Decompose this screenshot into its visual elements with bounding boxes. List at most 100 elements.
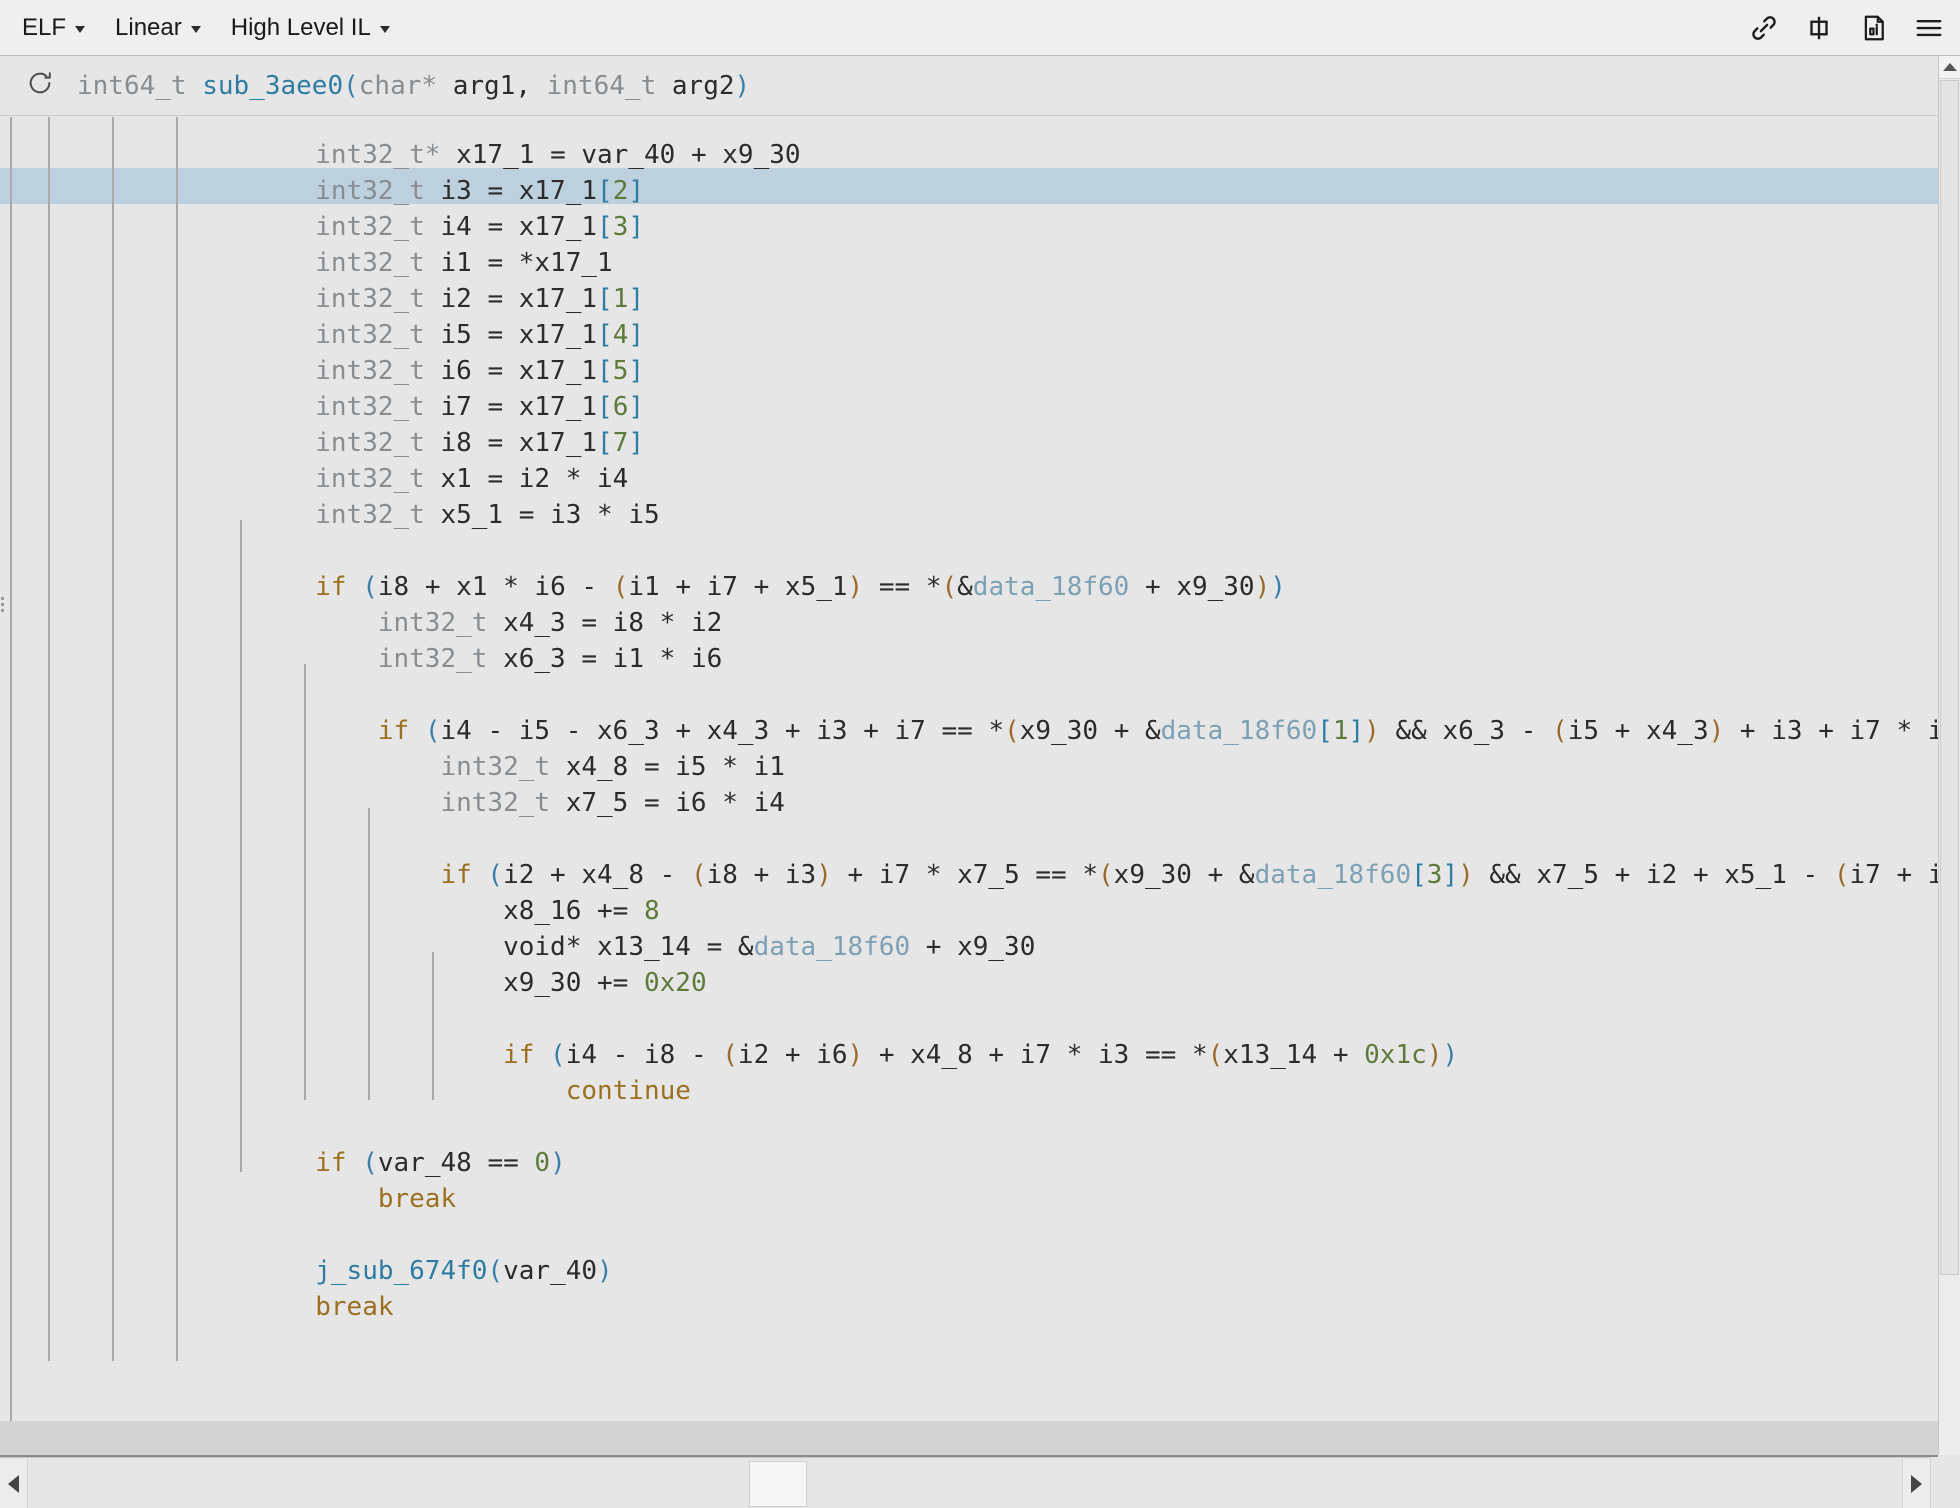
- code-line[interactable]: [190, 1001, 1938, 1037]
- operator: &: [1238, 860, 1255, 890]
- format-dropdown[interactable]: ELF: [22, 15, 86, 40]
- identifier: i1: [440, 248, 472, 278]
- number-literal: 0x1c: [1364, 1040, 1427, 1070]
- operator: =: [550, 140, 566, 170]
- paren-close: ): [1426, 1040, 1443, 1070]
- refresh-icon[interactable]: [26, 69, 77, 102]
- code-line[interactable]: int32_t x6_3 = i1 * i6: [190, 641, 1938, 677]
- code-line[interactable]: if (i4 - i8 - (i2 + i6) + x4_8 + i7 * i3…: [190, 1037, 1938, 1073]
- operator: =: [643, 788, 660, 818]
- code-line[interactable]: break: [190, 1181, 1938, 1217]
- code-line[interactable]: [190, 1109, 1938, 1145]
- code-line[interactable]: if (i8 + x1 * i6 - (i1 + i7 + x5_1) == *…: [190, 569, 1938, 605]
- code-line[interactable]: x9_30 += 0x20: [190, 965, 1938, 1001]
- code-line[interactable]: int32_t i7 = x17_1[6]: [190, 389, 1938, 425]
- horizontal-scrollbar-track[interactable]: [29, 1459, 1930, 1508]
- code-line[interactable]: [190, 677, 1938, 713]
- view-dropdown[interactable]: Linear: [115, 15, 201, 40]
- horizontal-scrollbar-thumb[interactable]: [749, 1461, 807, 1507]
- code-line[interactable]: int32_t i2 = x17_1[1]: [190, 281, 1938, 317]
- code-listing[interactable]: int32_t* x17_1 = var_40 + x9_30 int32_t …: [0, 117, 1938, 1455]
- code-line[interactable]: int32_t i4 = x17_1[3]: [190, 209, 1938, 245]
- operator: =: [487, 428, 504, 458]
- identifier: i5: [518, 716, 551, 746]
- operator: *: [518, 248, 535, 278]
- code-line[interactable]: if (i2 + x4_8 - (i8 + i3) + i7 * x7_5 ==…: [190, 857, 1938, 893]
- paren-close: ): [1458, 860, 1474, 890]
- type-name: int32_t: [315, 500, 425, 530]
- code-line[interactable]: void* x13_14 = &data_18f60 + x9_30: [190, 929, 1938, 965]
- horizontal-scrollbar[interactable]: [0, 1457, 1960, 1508]
- operator: +: [784, 1040, 801, 1070]
- fn-name[interactable]: sub_3aee0: [202, 71, 343, 101]
- identifier: x1: [440, 464, 472, 494]
- hamburger-menu-icon[interactable]: [1914, 13, 1944, 43]
- code-line-selected[interactable]: int32_t i3 = x17_1[2]: [190, 173, 1938, 209]
- identifier: x4_8: [910, 1040, 973, 1070]
- scroll-right-button[interactable]: [1902, 1459, 1930, 1508]
- identifier: var_40: [503, 1256, 597, 1286]
- code-line[interactable]: x8_16 += 8: [190, 893, 1938, 929]
- code-text-block[interactable]: int32_t* x17_1 = var_40 + x9_30 int32_t …: [0, 117, 1938, 1325]
- code-line[interactable]: int32_t x4_3 = i8 * i2: [190, 605, 1938, 641]
- number-literal: 8: [643, 896, 660, 926]
- operator: +: [753, 860, 770, 890]
- code-line[interactable]: j_sub_674f0(var_40): [190, 1253, 1938, 1289]
- code-line[interactable]: int32_t i5 = x17_1[4]: [190, 317, 1938, 353]
- identifier: i3: [1771, 716, 1803, 746]
- code-line[interactable]: int32_t i6 = x17_1[5]: [190, 353, 1938, 389]
- bracket: ]: [628, 176, 644, 206]
- bracket: [: [597, 356, 613, 386]
- pane-resize-handle[interactable]: [0, 594, 6, 620]
- code-line[interactable]: if (var_48 == 0): [190, 1145, 1938, 1181]
- scroll-up-button[interactable]: [1939, 56, 1960, 79]
- code-line[interactable]: int32_t* x17_1 = var_40 + x9_30: [190, 137, 1938, 173]
- code-line[interactable]: [190, 821, 1938, 857]
- code-line[interactable]: int32_t x1 = i2 * i4: [190, 461, 1938, 497]
- code-line[interactable]: continue: [190, 1073, 1938, 1109]
- operator: +: [597, 968, 613, 998]
- link-icon[interactable]: [1749, 13, 1779, 43]
- function-signature[interactable]: int64_t sub_3aee0(char* arg1, int64_t ar…: [77, 71, 750, 101]
- code-line[interactable]: int32_t x5_1 = i3 * i5: [190, 497, 1938, 533]
- identifier: i7: [706, 572, 738, 602]
- paren-close: ): [1708, 716, 1725, 746]
- code-line[interactable]: int32_t i8 = x17_1[7]: [190, 425, 1938, 461]
- code-line[interactable]: int32_t x4_8 = i5 * i1: [190, 749, 1938, 785]
- document-info-icon[interactable]: [1859, 13, 1889, 43]
- identifier: i5: [1567, 716, 1600, 746]
- identifier: i4: [1927, 716, 1938, 746]
- identifier: x17_1: [518, 284, 598, 314]
- split-pane-icon[interactable]: [1804, 13, 1834, 43]
- il-dropdown[interactable]: High Level IL: [231, 15, 390, 40]
- code-line[interactable]: int32_t i1 = *x17_1: [190, 245, 1938, 281]
- code-line[interactable]: break: [190, 1289, 1938, 1325]
- vertical-scrollbar-thumb[interactable]: [1940, 80, 1959, 1275]
- code-line[interactable]: [190, 533, 1938, 569]
- operator: ==: [941, 716, 973, 746]
- vertical-scrollbar[interactable]: [1938, 56, 1960, 1455]
- code-line[interactable]: [190, 1217, 1938, 1253]
- code-line[interactable]: int32_t x7_5 = i6 * i4: [190, 785, 1938, 821]
- scroll-left-button[interactable]: [0, 1459, 28, 1508]
- code-line[interactable]: if (i4 - i5 - x6_3 + x4_3 + i3 + i7 == *…: [190, 713, 1938, 749]
